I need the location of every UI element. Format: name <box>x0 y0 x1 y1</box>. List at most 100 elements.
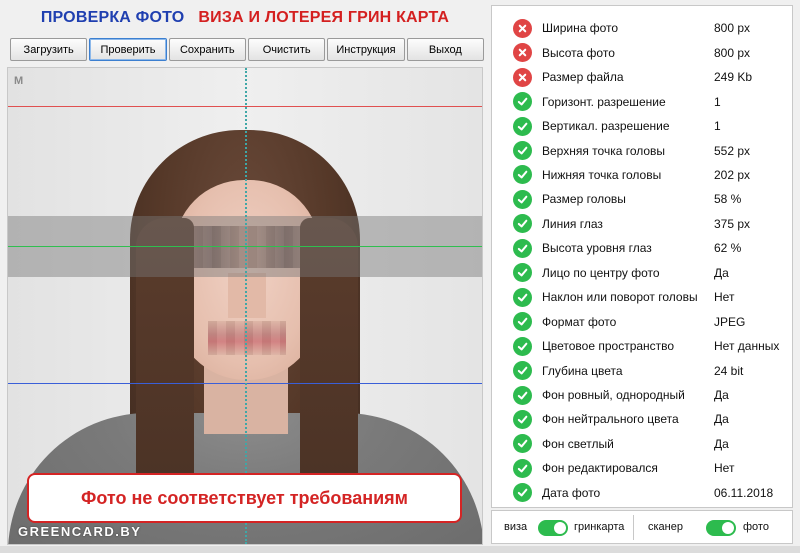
check-row: Глубина цвета 24 bit <box>492 358 792 383</box>
check-label: Размер головы <box>542 192 626 207</box>
check-fail-icon <box>513 67 532 87</box>
check-row: Вертикал. разрешение 1 <box>492 114 792 139</box>
check-pass-icon <box>513 409 532 429</box>
check-label: Высота уровня глаз <box>542 241 652 256</box>
photo-label: фото <box>743 521 769 533</box>
exit-button[interactable]: Выход <box>406 38 484 61</box>
check-pass-icon <box>513 214 532 234</box>
check-row: Размер головы 58 % <box>492 187 792 212</box>
visa-label: виза <box>504 521 528 533</box>
check-pass-icon <box>513 165 532 185</box>
marker-label: M <box>14 75 24 87</box>
check-value: 1 <box>714 94 721 109</box>
check-value: 800 px <box>714 21 751 36</box>
check-pass-icon <box>513 434 532 454</box>
mode-toggle-panel: виза гринкарта сканер фото <box>491 510 793 544</box>
check-value: 58 % <box>714 192 742 207</box>
check-value: Да <box>714 412 729 427</box>
check-label: Высота фото <box>542 45 615 60</box>
visa-greencard-toggle[interactable] <box>538 520 568 536</box>
pixelated-mouth <box>208 321 286 355</box>
check-label: Линия глаз <box>542 216 603 231</box>
check-value: 800 px <box>714 45 751 60</box>
check-row: Формат фото JPEG <box>492 309 792 334</box>
check-value: 1 <box>714 119 721 134</box>
scanner-photo-toggle[interactable] <box>706 520 736 536</box>
check-label: Фон нейтрального цвета <box>542 412 679 427</box>
check-label: Нижняя точка головы <box>542 167 662 182</box>
check-value: Да <box>714 436 729 451</box>
check-pass-icon <box>513 141 532 160</box>
check-pass-icon <box>513 116 532 136</box>
check-results-panel: Ширина фото 800 px Высота фото 800 px Размер… <box>491 5 793 508</box>
app-title-visa-lottery: ВИЗА И ЛОТЕРЕЯ ГРИН КАРТА <box>198 9 450 26</box>
greencard-label: гринкарта <box>574 521 625 533</box>
check-pass-icon <box>513 263 532 283</box>
check-label: Ширина фото <box>542 21 619 36</box>
check-value: Да <box>714 388 729 402</box>
check-row: Фон ровный, однородный Да <box>492 383 792 408</box>
check-label: Цветовое пространство <box>542 339 675 354</box>
check-row: Верхняя точка головы 552 px <box>492 138 792 163</box>
check-label: Фон светлый <box>542 436 614 451</box>
check-pass-icon <box>513 483 532 503</box>
app-header: ПРОВЕРКА ФОТО ВИЗА И ЛОТЕРЕЯ ГРИН КАРТА <box>0 0 490 36</box>
check-label: Фон ровный, однородный <box>542 388 685 402</box>
check-pass-icon <box>513 458 532 478</box>
status-message: Фото не соответствует требованиям <box>80 487 408 508</box>
check-label: Формат фото <box>542 314 617 329</box>
check-pass-icon <box>513 361 532 381</box>
check-pass-icon <box>513 189 532 209</box>
check-label: Фон редактировался <box>542 461 658 476</box>
scanner-label: сканер <box>648 521 683 533</box>
check-value: JPEG <box>714 314 746 329</box>
check-row: Дата фото 06.11.2018 <box>492 481 792 506</box>
check-fail-icon <box>513 18 532 38</box>
check-row: Наклон или поворот головы Нет <box>492 285 792 310</box>
check-row: Линия глаз 375 px <box>492 212 792 237</box>
check-value: Нет данных <box>714 339 780 354</box>
check-value: 249 Kb <box>714 70 753 85</box>
instructions-button[interactable]: Инструкция <box>327 38 405 61</box>
save-button[interactable]: Сохранить <box>168 38 246 61</box>
check-row: Цветовое пространство Нет данных <box>492 334 792 359</box>
check-value: Нет <box>714 461 735 476</box>
check-row: Нижняя точка головы 202 px <box>492 163 792 188</box>
toolbar: Загрузить Проверить Сохранить Очистить И… <box>10 38 484 61</box>
check-row: Фон нейтрального цвета Да <box>492 407 792 432</box>
photo-subject-nose <box>228 273 266 318</box>
check-value: 552 px <box>714 143 751 158</box>
check-label: Лицо по центру фото <box>542 265 660 280</box>
check-row: Размер файла 249 Kb <box>492 65 792 90</box>
check-row: Лицо по центру фото Да <box>492 261 792 286</box>
check-pass-icon <box>513 385 532 405</box>
check-label: Верхняя точка головы <box>542 143 666 158</box>
photo-preview[interactable]: M Фото не соответствует требованиям GREE… <box>7 67 483 545</box>
toggle-divider <box>633 515 634 540</box>
watermark: GREENCARD.BY <box>18 524 142 539</box>
check-button[interactable]: Проверить <box>89 38 167 61</box>
check-value: 24 bit <box>714 363 744 378</box>
check-pass-icon <box>513 287 532 307</box>
check-label: Вертикал. разрешение <box>542 119 670 134</box>
app-title-photo-check: ПРОВЕРКА ФОТО <box>40 9 185 26</box>
check-row: Фон редактировался Нет <box>492 456 792 481</box>
toggle-knob <box>554 522 566 534</box>
check-pass-icon <box>513 238 532 258</box>
check-pass-icon <box>513 312 532 332</box>
check-label: Глубина цвета <box>542 363 623 378</box>
check-label: Горизонт. разрешение <box>542 94 666 109</box>
status-banner: Фото не соответствует требованиям <box>27 473 462 523</box>
load-button[interactable]: Загрузить <box>10 38 88 61</box>
check-row: Фон светлый Да <box>492 432 792 457</box>
check-label: Дата фото <box>542 485 601 500</box>
check-pass-icon <box>513 336 532 356</box>
check-value: 06.11.2018 <box>714 485 774 500</box>
check-row: Высота фото 800 px <box>492 40 792 65</box>
bottom-strip <box>0 546 800 553</box>
check-value: 62 % <box>714 241 742 256</box>
check-row: Горизонт. разрешение 1 <box>492 89 792 114</box>
check-row: Ширина фото 800 px <box>492 16 792 41</box>
check-row: Высота уровня глаз 62 % <box>492 236 792 261</box>
clear-button[interactable]: Очистить <box>247 38 326 61</box>
